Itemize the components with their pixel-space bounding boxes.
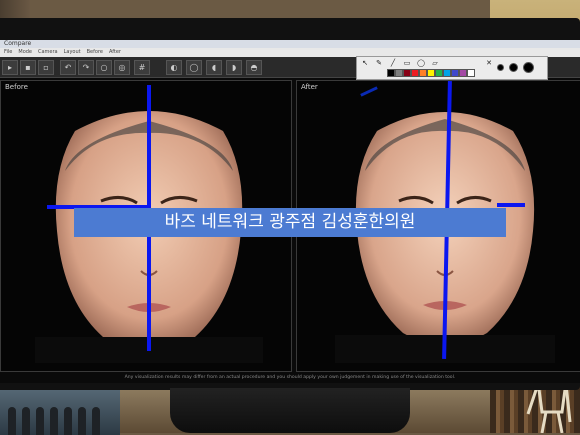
save-icon[interactable]: ▪ [20, 60, 36, 75]
grid-icon[interactable]: # [134, 60, 150, 75]
after-label: After [301, 83, 318, 91]
line-icon[interactable]: ╱ [389, 59, 397, 67]
menu-after[interactable]: After [109, 48, 121, 57]
color-swatch[interactable] [435, 69, 443, 77]
brush-size-medium[interactable] [509, 63, 518, 72]
rotate-right-icon[interactable]: ↷ [78, 60, 94, 75]
color-swatch[interactable] [443, 69, 451, 77]
pointer-icon[interactable]: ↖ [361, 59, 369, 67]
screen: Compare File Mode Camera Layout Before A… [0, 40, 580, 383]
photo-person [22, 407, 30, 435]
zoom-icon[interactable]: ◎ [114, 60, 130, 75]
before-label: Before [5, 83, 28, 91]
color-swatch[interactable] [419, 69, 427, 77]
print-icon[interactable]: ▫ [38, 60, 54, 75]
color-swatch[interactable] [451, 69, 459, 77]
menu-camera[interactable]: Camera [38, 48, 58, 57]
pen-icon[interactable]: ✎ [375, 59, 383, 67]
brush-size-large[interactable] [523, 62, 534, 73]
watermark-banner: 바즈 네트워크 광주점 김성훈한의원 [74, 208, 506, 237]
open-icon[interactable]: ▸ [2, 60, 18, 75]
photo-person [92, 407, 100, 435]
color-swatch[interactable] [467, 69, 475, 77]
disclaimer-text: Any visualization results may differ fro… [124, 375, 456, 380]
menu-file[interactable]: File [4, 48, 12, 57]
rectangle-icon[interactable]: ▭ [403, 59, 411, 67]
profile-view-icon[interactable]: ◐ [166, 60, 182, 75]
window-title: Compare [0, 40, 580, 48]
ellipse-icon[interactable]: ◯ [417, 59, 425, 67]
menu-mode[interactable]: Mode [18, 48, 32, 57]
face-top-icon[interactable]: ◓ [246, 60, 262, 75]
face-left-icon[interactable]: ◖ [206, 60, 222, 75]
photo-person [50, 407, 58, 435]
color-swatch[interactable] [459, 69, 467, 77]
monitor-stand [170, 388, 410, 433]
paint-toolbar: ↖ ✎ ╱ ▭ ◯ ▱ ✕ [356, 56, 548, 80]
face-front-icon[interactable]: ◯ [186, 60, 202, 75]
color-swatch[interactable] [427, 69, 435, 77]
monitor: Compare File Mode Camera Layout Before A… [0, 18, 580, 400]
close-icon[interactable]: ✕ [485, 59, 493, 67]
color-swatch[interactable] [387, 69, 395, 77]
menu-before[interactable]: Before [87, 48, 103, 57]
color-swatch[interactable] [403, 69, 411, 77]
rotate-left-icon[interactable]: ↶ [60, 60, 76, 75]
color-swatch[interactable] [395, 69, 403, 77]
photo-person [8, 407, 16, 435]
eraser-icon[interactable]: ▱ [431, 59, 439, 67]
menu-layout[interactable]: Layout [64, 48, 81, 57]
brush-size-small[interactable] [497, 64, 504, 71]
horizontal-guide-line[interactable] [497, 203, 525, 207]
photo-person [78, 407, 86, 435]
photo-person [36, 407, 44, 435]
face-right-icon[interactable]: ◗ [226, 60, 242, 75]
reset-icon[interactable]: ○ [96, 60, 112, 75]
color-swatch[interactable] [411, 69, 419, 77]
photo-person [64, 407, 72, 435]
